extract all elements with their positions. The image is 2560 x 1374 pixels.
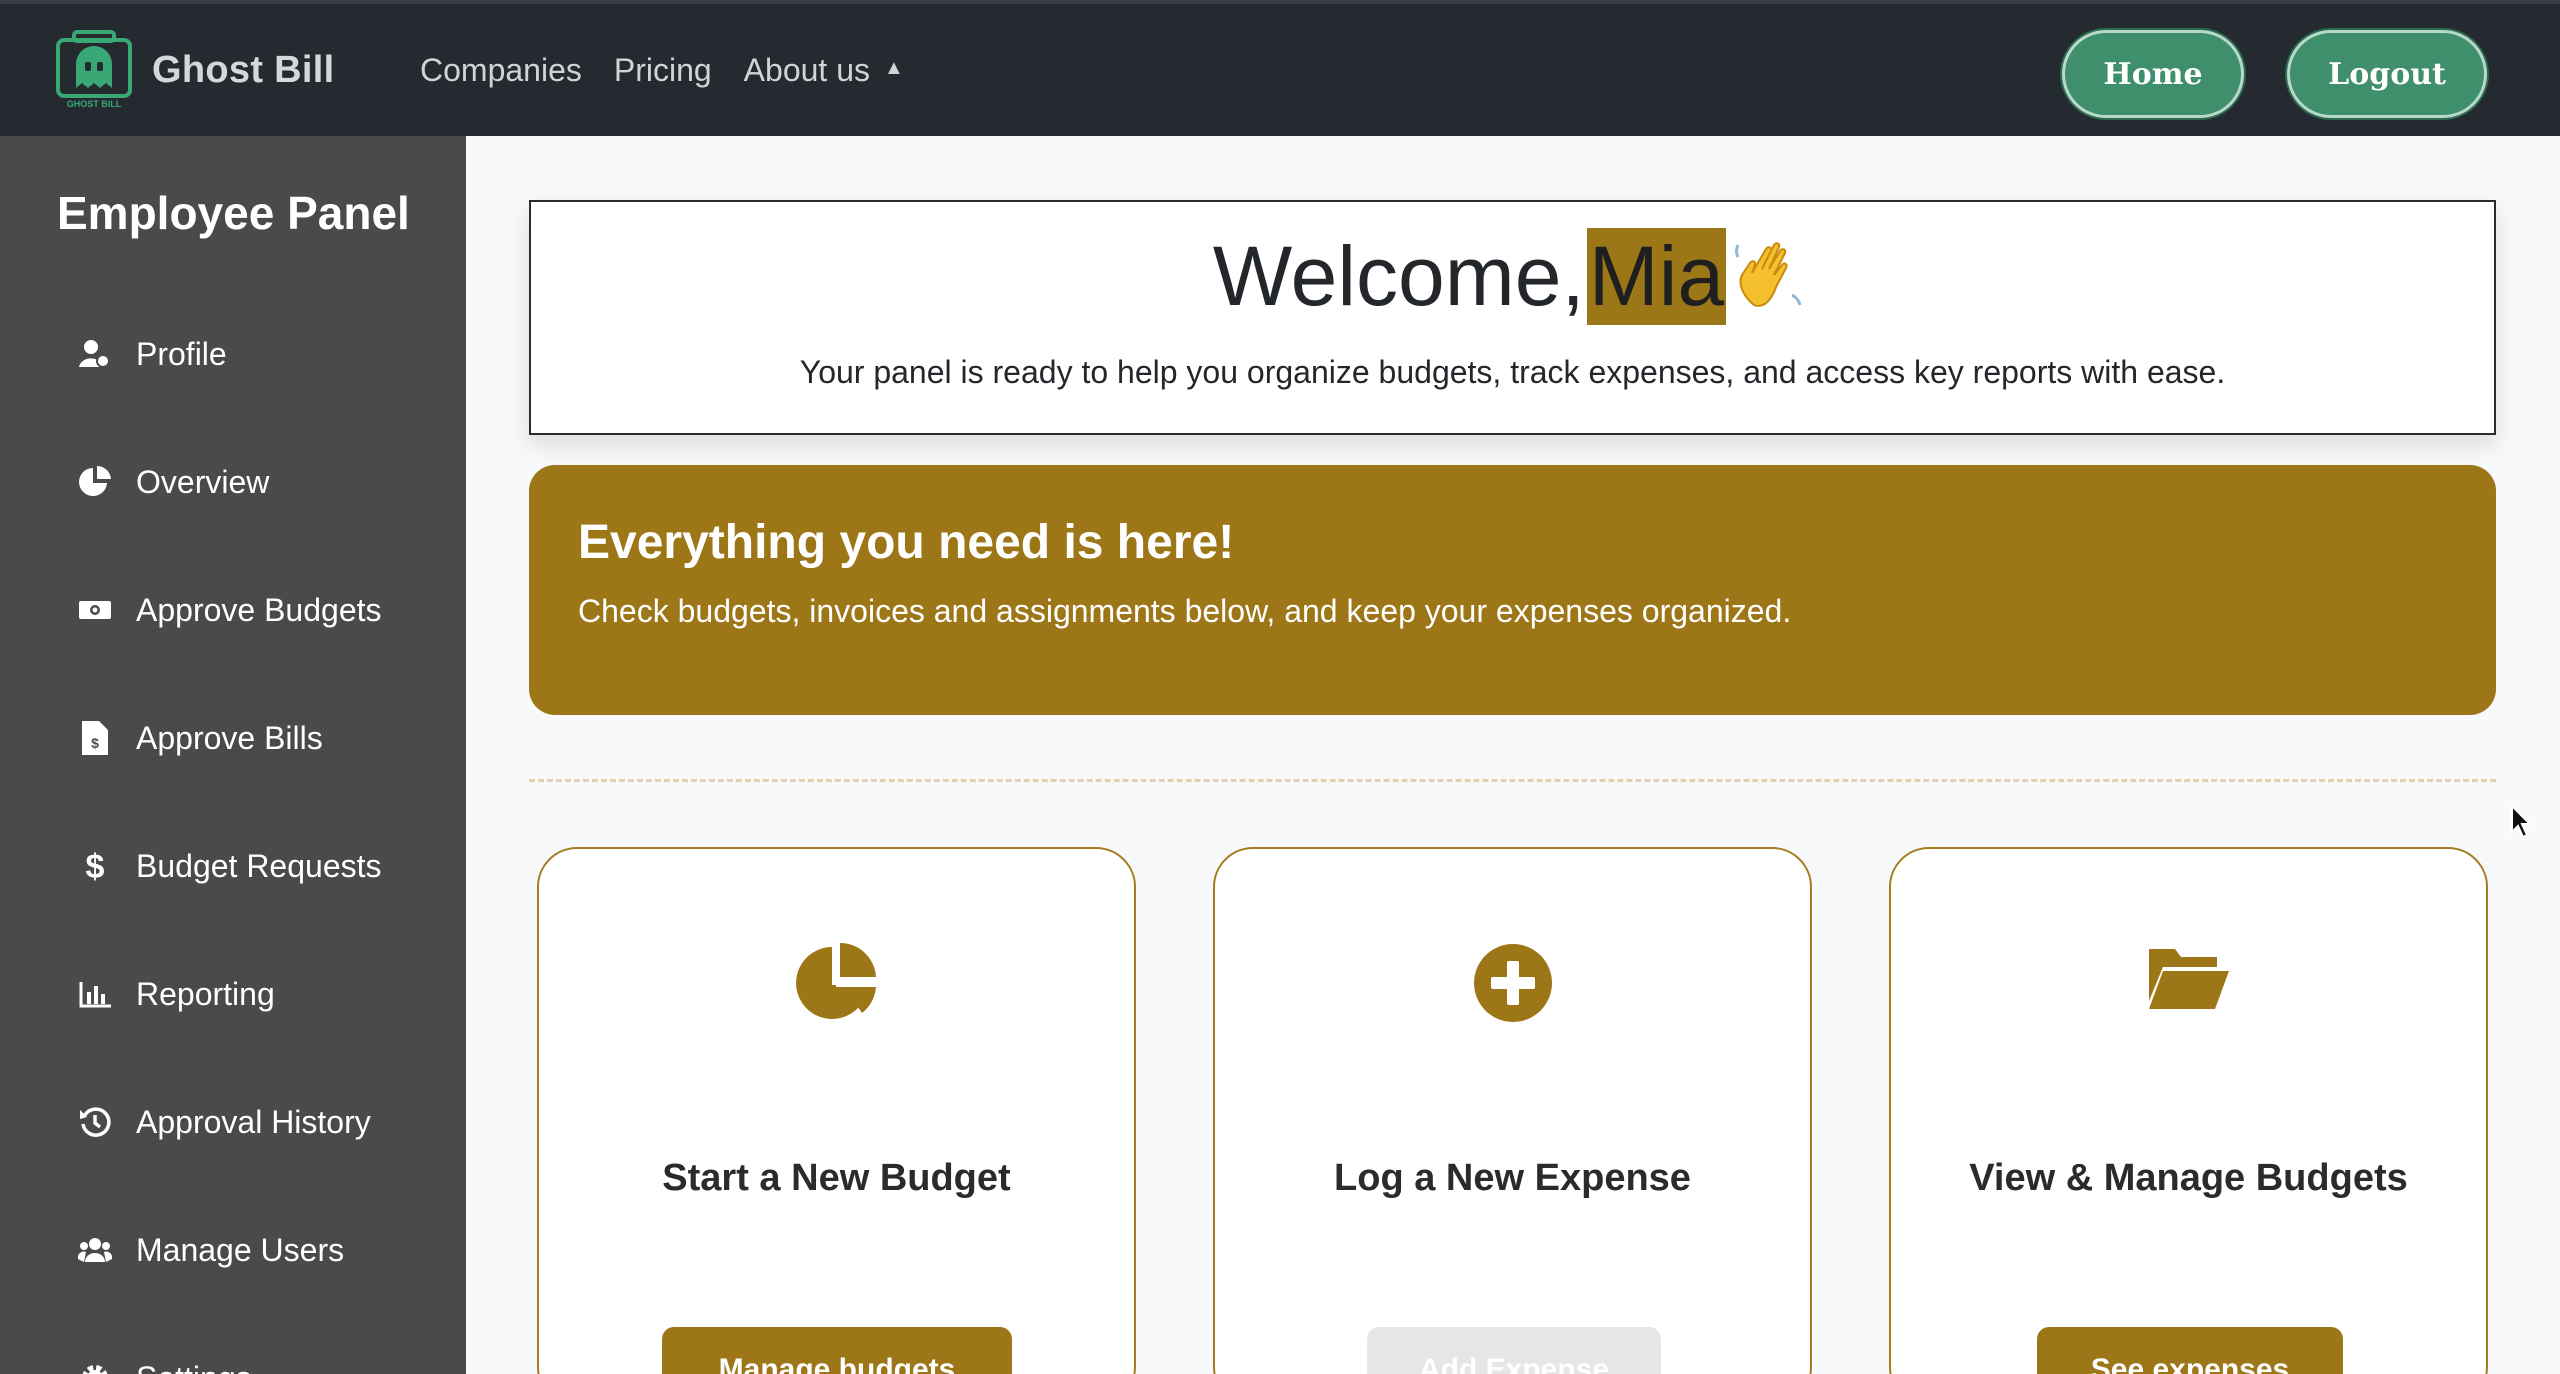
sidebar-item-label: Approval History — [136, 1103, 371, 1140]
sidebar-item-budget-requests[interactable]: $ Budget Requests — [78, 836, 382, 896]
nav-link-companies[interactable]: Companies — [420, 52, 582, 89]
card-title: Log a New Expense — [1334, 1157, 1691, 1199]
brand[interactable]: GHOST BILL Ghost Bill — [54, 30, 334, 110]
sidebar-title: Employee Panel — [57, 187, 410, 239]
logout-button[interactable]: Logout — [2287, 30, 2487, 118]
ghost-bill-logo-icon: GHOST BILL — [56, 30, 132, 109]
invoice-dollar-icon: $ — [78, 721, 112, 755]
card-title: Start a New Budget — [662, 1157, 1011, 1199]
mouse-pointer-icon — [2511, 804, 2532, 839]
sidebar-item-overview[interactable]: Overview — [78, 452, 269, 512]
bar-chart-icon — [78, 977, 112, 1011]
sidebar-item-label: Overview — [136, 463, 270, 500]
sidebar-item-label: Reporting — [136, 975, 275, 1012]
sidebar-item-label: Budget Requests — [136, 847, 382, 884]
svg-text:$: $ — [91, 735, 99, 751]
sidebar-item-settings[interactable]: Settings — [78, 1348, 252, 1374]
sidebar-item-profile[interactable]: Profile — [78, 324, 227, 384]
users-icon — [78, 1233, 112, 1267]
card-title: View & Manage Budgets — [1969, 1157, 2408, 1199]
plus-circle-icon — [1215, 943, 1810, 1023]
top-navbar: GHOST BILL Ghost Bill Companies Pricing … — [0, 0, 2560, 136]
card-new-expense: Log a New Expense Add Expense — [1213, 847, 1812, 1374]
sidebar-item-approve-bills[interactable]: $ Approve Bills — [78, 708, 323, 768]
welcome-subtitle: Your panel is ready to help you organize… — [799, 354, 2226, 390]
welcome-user-name: Mia — [1586, 228, 1727, 325]
dollar-sign-icon: $ — [78, 849, 112, 883]
caret-up-icon[interactable]: ▲ — [884, 57, 904, 80]
sidebar-item-reporting[interactable]: Reporting — [78, 964, 275, 1024]
sidebar-item-manage-users[interactable]: Manage Users — [78, 1220, 344, 1280]
logo-caption: GHOST BILL — [67, 99, 122, 109]
card-view-budgets: View & Manage Budgets See expenses — [1889, 847, 2488, 1374]
manage-budgets-button[interactable]: Manage budgets — [662, 1327, 1012, 1374]
card-new-budget: Start a New Budget Manage budgets — [537, 847, 1136, 1374]
history-icon — [78, 1105, 112, 1139]
section-divider — [529, 779, 2496, 782]
add-expense-button[interactable]: Add Expense — [1367, 1327, 1661, 1374]
sidebar-item-approve-budgets[interactable]: Approve Budgets — [78, 580, 382, 640]
see-expenses-button[interactable]: See expenses — [2037, 1327, 2343, 1374]
user-profile-icon — [78, 337, 112, 371]
pie-chart-icon — [78, 465, 112, 499]
sidebar-item-label: Approve Bills — [136, 719, 323, 756]
welcome-greeting: Welcome, — [1212, 229, 1585, 323]
gear-icon — [78, 1361, 112, 1374]
promo-text: Check budgets, invoices and assignments … — [578, 593, 1792, 629]
welcome-heading: Welcome, Mia — [531, 228, 2494, 325]
promo-title: Everything you need is here! — [578, 516, 1235, 569]
sidebar-item-approval-history[interactable]: Approval History — [78, 1092, 371, 1152]
home-button[interactable]: Home — [2062, 30, 2244, 118]
waving-hand-icon — [1735, 241, 1802, 307]
promo-banner: Everything you need is here! Check budge… — [529, 465, 2496, 715]
sidebar: Employee Panel Profile Overview Approve … — [0, 136, 466, 1374]
sidebar-item-label: Approve Budgets — [136, 591, 382, 628]
sidebar-item-label: Manage Users — [136, 1231, 345, 1268]
money-bill-icon — [78, 593, 112, 627]
svg-text:$: $ — [86, 849, 105, 883]
folder-open-icon — [1891, 943, 2486, 1013]
nav-link-about-us[interactable]: About us — [744, 52, 870, 89]
pie-chart-icon — [539, 943, 1134, 1021]
nav-link-pricing[interactable]: Pricing — [614, 52, 712, 89]
welcome-card: Welcome, Mia Your panel is ready to help… — [529, 200, 2496, 435]
sidebar-item-label: Profile — [136, 335, 227, 372]
brand-name: Ghost Bill — [152, 48, 335, 91]
sidebar-item-label: Settings — [136, 1360, 252, 1374]
main-nav: Companies Pricing About us ▲ — [420, 52, 904, 89]
